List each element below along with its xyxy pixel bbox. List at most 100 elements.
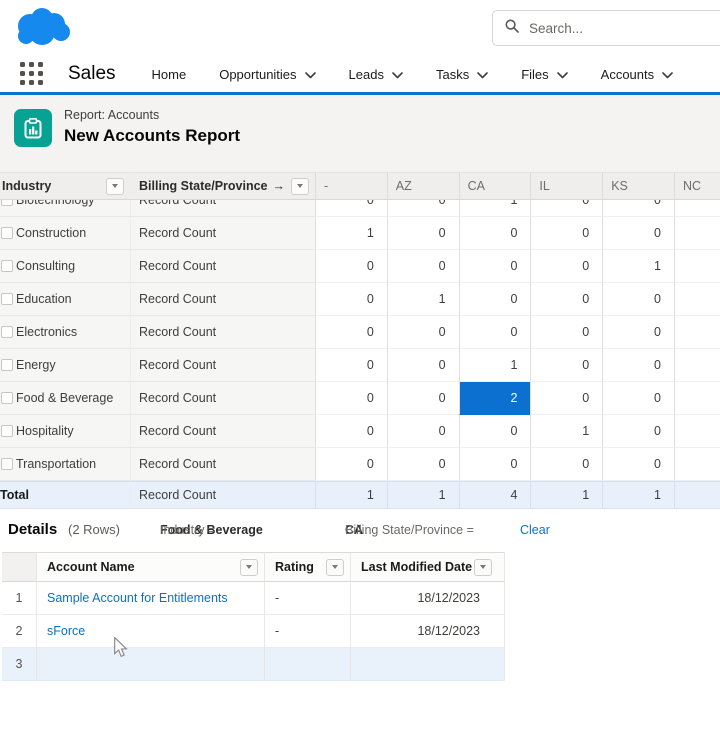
industry-label: Total xyxy=(0,488,29,502)
pivot-cell[interactable]: 0 xyxy=(602,382,674,415)
row-checkbox[interactable] xyxy=(1,227,13,239)
pivot-cell[interactable]: 1 xyxy=(459,349,531,382)
pivot-cell[interactable]: 0 xyxy=(387,415,459,448)
pivot-row-transportation: TransportationRecord Count000000 xyxy=(0,448,720,481)
pivot-cell[interactable]: 0 xyxy=(530,283,602,316)
pivot-cell[interactable]: 0 xyxy=(530,448,602,481)
pivot-cell[interactable]: 0 xyxy=(602,283,674,316)
search-input[interactable] xyxy=(527,20,681,37)
row-checkbox[interactable] xyxy=(1,200,13,206)
account-link[interactable]: sForce xyxy=(47,624,85,638)
account-name-cell: Sample Account for Entitlements xyxy=(36,582,264,615)
nav-item-files[interactable]: Files xyxy=(521,67,567,82)
billing-state-filter-dropdown-icon[interactable] xyxy=(291,178,309,195)
nav-item-accounts[interactable]: Accounts xyxy=(601,67,673,82)
pivot-cell[interactable]: 1 xyxy=(459,200,531,217)
pivot-cell[interactable]: 0 xyxy=(674,349,720,382)
pivot-cell[interactable]: 0 xyxy=(674,382,720,415)
row-checkbox[interactable] xyxy=(1,326,13,338)
row-checkbox[interactable] xyxy=(1,260,13,272)
pivot-col-header-ca: CA xyxy=(459,172,531,200)
row-checkbox[interactable] xyxy=(1,392,13,404)
pivot-cell[interactable]: 0 xyxy=(459,448,531,481)
details-row-3: 3 xyxy=(2,648,505,681)
nav-item-opportunities[interactable]: Opportunities xyxy=(219,67,315,82)
app-launcher-icon[interactable] xyxy=(20,62,44,86)
pivot-header-billing-state: Billing State/Province → xyxy=(130,172,315,200)
pivot-cell[interactable]: 0 xyxy=(530,349,602,382)
rating-filter-dropdown-icon[interactable] xyxy=(326,559,344,576)
last-modified-filter-dropdown-icon[interactable] xyxy=(474,559,492,576)
rating-cell: - xyxy=(264,582,350,615)
measure-label: Record Count xyxy=(130,283,315,316)
pivot-cell[interactable]: 0 xyxy=(387,316,459,349)
pivot-cell[interactable]: 0 xyxy=(674,283,720,316)
global-search xyxy=(492,10,720,46)
pivot-cell[interactable]: 0 xyxy=(602,200,674,217)
account-link[interactable]: Sample Account for Entitlements xyxy=(47,591,228,605)
pivot-cell[interactable]: 0 xyxy=(315,415,387,448)
row-checkbox[interactable] xyxy=(1,293,13,305)
clear-filters-link[interactable]: Clear xyxy=(520,510,550,550)
pivot-cell[interactable]: 0 xyxy=(530,382,602,415)
pivot-cell[interactable]: 0 xyxy=(315,283,387,316)
industry-filter-dropdown-icon[interactable] xyxy=(106,178,124,195)
pivot-cell[interactable]: 0 xyxy=(530,250,602,283)
pivot-cell[interactable]: 0 xyxy=(674,200,720,217)
pivot-cell[interactable]: 1 xyxy=(530,415,602,448)
pivot-cell[interactable]: 0 xyxy=(387,250,459,283)
pivot-cell[interactable]: 0 xyxy=(387,382,459,415)
pivot-cell[interactable]: 0 xyxy=(459,283,531,316)
row-checkbox[interactable] xyxy=(1,359,13,371)
account-name-filter-dropdown-icon[interactable] xyxy=(240,559,258,576)
details-row-2: 2sForce-18/12/2023 xyxy=(2,615,505,648)
pivot-cell[interactable]: 0 xyxy=(315,316,387,349)
pivot-col-header-az: AZ xyxy=(387,172,459,200)
pivot-cell[interactable]: 0 xyxy=(387,349,459,382)
pivot-cell[interactable]: 0 xyxy=(315,250,387,283)
filter-field-label: Billing State/Province = xyxy=(345,510,474,550)
pivot-cell[interactable]: 0 xyxy=(315,349,387,382)
details-row-count: (2 Rows) xyxy=(68,510,120,550)
pivot-cell[interactable]: 1 xyxy=(315,217,387,250)
pivot-cell[interactable]: 0 xyxy=(674,250,720,283)
row-checkbox[interactable] xyxy=(1,458,13,470)
pivot-cell[interactable]: 0 xyxy=(315,382,387,415)
pivot-cell[interactable]: 0 xyxy=(674,217,720,250)
pivot-cell[interactable]: 0 xyxy=(387,200,459,217)
pivot-cell[interactable]: 0 xyxy=(459,250,531,283)
nav-item-tasks[interactable]: Tasks xyxy=(436,67,488,82)
pivot-cell[interactable]: 1 xyxy=(602,250,674,283)
nav-item-home[interactable]: Home xyxy=(152,67,187,82)
pivot-cell[interactable]: 1 xyxy=(387,283,459,316)
nav-item-label: Home xyxy=(152,67,187,82)
pivot-cell[interactable]: 0 xyxy=(530,200,602,217)
row-number: 3 xyxy=(2,648,36,681)
pivot-cell[interactable]: 0 xyxy=(602,448,674,481)
pivot-cell: 4 xyxy=(459,481,531,509)
pivot-cell[interactable]: 0 xyxy=(315,200,387,217)
pivot-cell[interactable]: 0 xyxy=(602,349,674,382)
pivot-row-label: Energy xyxy=(0,349,130,382)
pivot-cell[interactable]: 0 xyxy=(602,415,674,448)
pivot-cell[interactable]: 0 xyxy=(387,448,459,481)
salesforce-logo-icon xyxy=(12,4,74,55)
pivot-cell[interactable]: 0 xyxy=(602,217,674,250)
measure-label: Record Count xyxy=(130,481,315,509)
pivot-cell[interactable]: 0 xyxy=(674,448,720,481)
pivot-row-hospitality: HospitalityRecord Count000100 xyxy=(0,415,720,448)
pivot-cell-selected[interactable]: 2 xyxy=(459,382,531,415)
pivot-cell[interactable]: 0 xyxy=(530,316,602,349)
pivot-cell[interactable]: 0 xyxy=(530,217,602,250)
nav-item-leads[interactable]: Leads xyxy=(349,67,403,82)
pivot-row-label: Consulting xyxy=(0,250,130,283)
pivot-cell[interactable]: 0 xyxy=(387,217,459,250)
pivot-cell[interactable]: 0 xyxy=(459,217,531,250)
row-checkbox[interactable] xyxy=(1,425,13,437)
pivot-cell[interactable]: 0 xyxy=(459,415,531,448)
pivot-cell[interactable]: 0 xyxy=(459,316,531,349)
pivot-cell[interactable]: 0 xyxy=(315,448,387,481)
pivot-cell[interactable]: 0 xyxy=(674,415,720,448)
pivot-cell[interactable]: 0 xyxy=(602,316,674,349)
pivot-cell[interactable]: 0 xyxy=(674,316,720,349)
